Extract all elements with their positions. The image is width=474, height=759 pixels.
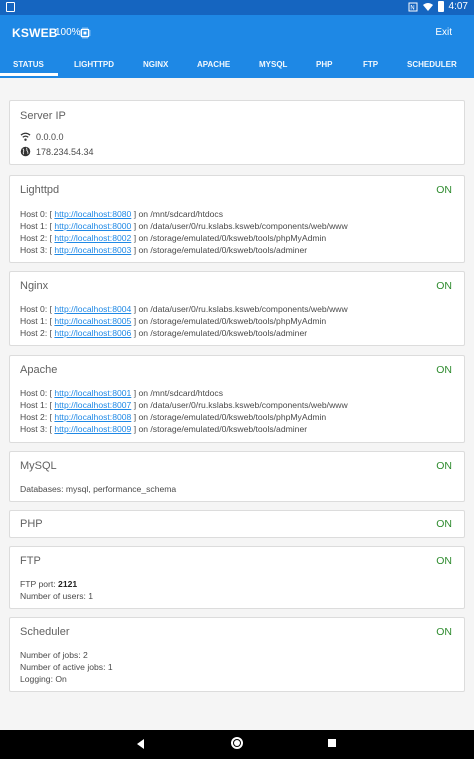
tab-mysql[interactable]: MYSQL: [259, 60, 287, 69]
host-line: Host 0: [ http://localhost:8080 ] on /mn…: [20, 209, 224, 219]
home-icon[interactable]: [231, 737, 243, 749]
ftp-card: FTP ON FTP port: 2121 Number of users: 1: [9, 546, 465, 609]
tab-bar: STATUS LIGHTTPD NGINX APACHE MYSQL PHP F…: [0, 53, 474, 78]
server-ip-card: Server IP 0.0.0.0 178.234.54.34: [9, 100, 465, 165]
host-line: Host 2: [ http://localhost:8002 ] on /st…: [20, 233, 327, 243]
card-title: Nginx: [20, 280, 49, 292]
nginx-card: Nginx ON Host 0: [ http://localhost:8004…: [9, 271, 465, 346]
host-link[interactable]: http://localhost:8080: [54, 209, 131, 219]
active-tab-indicator: [0, 73, 58, 76]
recent-apps-icon[interactable]: [328, 739, 336, 747]
card-title: Lighttpd: [20, 184, 60, 196]
tab-ftp[interactable]: FTP: [363, 60, 378, 69]
lighttpd-card: Lighttpd ON Host 0: [ http://localhost:8…: [9, 175, 465, 263]
system-nav-bar: [0, 730, 474, 759]
php-card: PHP ON: [9, 510, 465, 538]
tab-php[interactable]: PHP: [316, 60, 332, 69]
status-badge: ON: [436, 184, 452, 196]
public-ip-value: 178.234.54.34: [36, 146, 94, 157]
host-link[interactable]: http://localhost:8006: [54, 328, 131, 338]
card-title: FTP: [20, 555, 41, 567]
host-link[interactable]: http://localhost:8009: [54, 424, 131, 434]
host-link[interactable]: http://localhost:8004: [54, 304, 131, 314]
public-ip-row: 178.234.54.34: [20, 146, 94, 157]
mysql-card: MySQL ON Databases: mysql, performance_s…: [9, 451, 465, 502]
card-title: MySQL: [20, 460, 57, 472]
status-badge: ON: [436, 555, 452, 567]
host-link[interactable]: http://localhost:8007: [54, 400, 131, 410]
host-line: Host 0: [ http://localhost:8001 ] on /mn…: [20, 388, 224, 398]
host-link[interactable]: http://localhost:8002: [54, 233, 131, 243]
host-line: Host 1: [ http://localhost:8005 ] on /st…: [20, 316, 327, 326]
host-line: Host 2: [ http://localhost:8006 ] on /st…: [20, 328, 308, 338]
app-percent: 100%: [55, 27, 81, 38]
host-line: Host 3: [ http://localhost:8009 ] on /st…: [20, 424, 308, 434]
scheduler-card: Scheduler ON Number of jobs: 2 Number of…: [9, 617, 465, 692]
system-status-bar: N 4:07: [0, 0, 474, 15]
host-line: Host 2: [ http://localhost:8008 ] on /st…: [20, 412, 327, 422]
logging-line: Logging: On: [20, 674, 67, 684]
chip-icon: [79, 27, 91, 39]
card-title: Apache: [20, 364, 58, 376]
tab-scheduler[interactable]: SCHEDULER: [407, 60, 457, 69]
card-title: PHP: [20, 518, 43, 530]
status-badge: ON: [436, 364, 452, 376]
wifi-ip-row: 0.0.0.0: [20, 131, 64, 142]
active-jobs-line: Number of active jobs: 1: [20, 662, 113, 672]
host-link[interactable]: http://localhost:8001: [54, 388, 131, 398]
databases-line: Databases: mysql, performance_schema: [20, 484, 177, 494]
host-line: Host 1: [ http://localhost:8007 ] on /da…: [20, 400, 348, 410]
host-line: Host 3: [ http://localhost:8003 ] on /st…: [20, 245, 308, 255]
tab-nginx[interactable]: NGINX: [143, 60, 168, 69]
host-line: Host 0: [ http://localhost:8004 ] on /da…: [20, 304, 348, 314]
status-content[interactable]: Server IP 0.0.0.0 178.234.54.34 Lighttpd…: [0, 78, 474, 730]
tab-lighttpd[interactable]: LIGHTTPD: [74, 60, 114, 69]
jobs-line: Number of jobs: 2: [20, 650, 88, 660]
status-badge: ON: [436, 518, 452, 530]
host-line: Host 1: [ http://localhost:8000 ] on /da…: [20, 221, 348, 231]
ftp-users-line: Number of users: 1: [20, 591, 94, 601]
app-title: KSWEB: [12, 26, 58, 40]
notification-icon: [6, 2, 15, 12]
ftp-port-line: FTP port: 2121: [20, 579, 78, 589]
card-title: Server IP: [20, 110, 66, 122]
host-link[interactable]: http://localhost:8003: [54, 245, 131, 255]
status-badge: ON: [436, 626, 452, 638]
nfc-icon: N: [408, 2, 418, 11]
tab-apache[interactable]: APACHE: [197, 60, 230, 69]
ftp-port-value: 2121: [58, 579, 78, 589]
apache-card: Apache ON Host 0: [ http://localhost:800…: [9, 355, 465, 443]
wifi-icon: [422, 2, 433, 11]
globe-icon: [20, 146, 31, 157]
host-link[interactable]: http://localhost:8008: [54, 412, 131, 422]
wifi-icon: [20, 132, 31, 141]
clock: 4:07: [448, 1, 468, 12]
back-icon[interactable]: [137, 739, 144, 749]
tab-status[interactable]: STATUS: [13, 60, 44, 69]
status-badge: ON: [436, 280, 452, 292]
battery-icon: [437, 1, 444, 12]
card-title: Scheduler: [20, 626, 70, 638]
host-link[interactable]: http://localhost:8000: [54, 221, 131, 231]
host-link[interactable]: http://localhost:8005: [54, 316, 131, 326]
wifi-ip-value: 0.0.0.0: [36, 131, 64, 142]
exit-button[interactable]: Exit: [435, 27, 452, 38]
status-badge: ON: [436, 460, 452, 472]
svg-text:N: N: [410, 4, 415, 11]
app-bar: KSWEB 100% Exit: [0, 15, 474, 53]
